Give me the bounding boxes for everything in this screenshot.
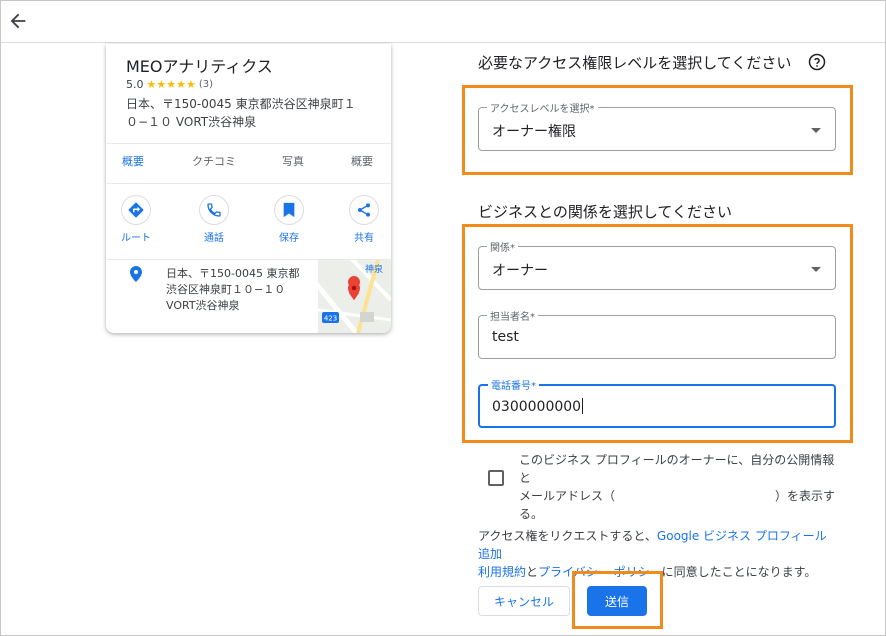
relationship-label: 関係* (487, 239, 518, 254)
phone-number-input[interactable]: 0300000000 (492, 398, 584, 415)
back-arrow-icon[interactable] (7, 10, 29, 32)
save-button[interactable]: 保存 (267, 195, 311, 244)
phone-number-label: 電話番号* (488, 377, 539, 392)
rating-value: 5.0 (126, 78, 144, 91)
save-label: 保存 (279, 233, 299, 244)
checkbox-text-line: メールアドレス（ ）を表示す (519, 487, 839, 505)
tab-reviews[interactable]: クチコミ (192, 153, 236, 169)
share-button[interactable]: 共有 (342, 195, 386, 244)
checkbox-text-part: メールアドレス（ (519, 489, 616, 503)
route-label: 423 (324, 315, 337, 323)
share-icon (358, 203, 370, 217)
map-image: 423 神泉 (318, 260, 391, 333)
tab-about[interactable]: 概要 (351, 153, 373, 169)
access-level-select[interactable]: アクセスレベルを選択* オーナー権限 (478, 100, 836, 151)
review-count[interactable]: (3) (199, 79, 213, 90)
relationship-title: ビジネスとの関係を選択してください (478, 203, 732, 221)
relationship-select[interactable]: 関係* オーナー (478, 239, 836, 290)
share-label: 共有 (354, 233, 374, 244)
submit-button[interactable]: 送信 (587, 586, 647, 616)
cancel-button[interactable]: キャンセル (478, 586, 570, 616)
address-line: 日本、〒150-0045 東京都 (166, 267, 300, 280)
divider (106, 143, 391, 144)
contact-name-field[interactable]: 担当者名* test (478, 308, 836, 359)
relationship-value: オーナー (492, 263, 548, 279)
phone-number-value: 0300000000 (492, 399, 582, 415)
tab-overview[interactable]: 概要 (122, 153, 144, 169)
business-name: MEOアナリティクス (126, 57, 273, 76)
detail-address: 日本、〒150-0045 東京都 渋谷区神泉町１０−１０ VORT渋谷神泉 (166, 266, 316, 314)
dropdown-caret-icon (811, 267, 821, 272)
dropdown-caret-icon (811, 128, 821, 133)
help-icon[interactable] (808, 53, 826, 71)
tab-photos[interactable]: 写真 (282, 153, 304, 169)
address-line: 日本、〒150-0045 東京都渋谷区神泉町１ (126, 97, 356, 111)
business-profile-card: MEOアナリティクス 5.0 ★★★★★ (3) 日本、〒150-0045 東京… (106, 44, 391, 333)
address-line: ０−１０ VORT渋谷神泉 (126, 115, 257, 129)
rating-row: 5.0 ★★★★★ (3) (126, 78, 213, 91)
directions-icon (128, 202, 144, 218)
address-line: VORT渋谷神泉 (166, 299, 240, 312)
share-contact-text: このビジネス プロフィールのオーナーに、自分の公開情報と メールアドレス（ ）を表… (519, 451, 839, 523)
access-level-value: オーナー権限 (492, 124, 576, 140)
card-tabs: 概要 クチコミ 写真 概要 (106, 153, 391, 175)
contact-name-value: test (492, 329, 519, 345)
call-button[interactable]: 通話 (192, 195, 236, 244)
directions-button[interactable]: ルート (114, 195, 158, 244)
terms-link[interactable]: 利用規約 (478, 565, 526, 579)
address-line: 渋谷区神泉町１０−１０ (166, 283, 286, 296)
phone-icon (207, 203, 221, 217)
call-label: 通話 (204, 233, 224, 244)
map-thumbnail[interactable]: 423 神泉 (318, 260, 391, 333)
business-address: 日本、〒150-0045 東京都渋谷区神泉町１ ０−１０ VORT渋谷神泉 (126, 95, 384, 131)
star-rating-icon: ★★★★★ (146, 78, 196, 91)
access-level-label: アクセスレベルを選択* (487, 100, 598, 115)
terms-text: に同意したことになります。 (661, 565, 817, 579)
bookmark-icon (283, 202, 295, 218)
terms-text: アクセス権をリクエストすると、 (478, 529, 657, 543)
contact-name-label: 担当者名* (487, 308, 538, 323)
terms-text: と (526, 565, 539, 579)
checkbox-text-line: る。 (519, 507, 544, 521)
access-level-title: 必要なアクセス権限レベルを選択してください (478, 54, 792, 72)
directions-label: ルート (121, 233, 151, 244)
station-label: 神泉 (365, 263, 383, 275)
checkbox-text-part: ）を表示す (775, 489, 836, 503)
top-bar (1, 1, 885, 43)
divider (106, 183, 391, 184)
text-cursor (582, 398, 584, 414)
location-pin-icon (130, 266, 142, 282)
checkbox-text-line: このビジネス プロフィールのオーナーに、自分の公開情報と (519, 453, 835, 485)
phone-number-field[interactable]: 電話番号* 0300000000 (478, 377, 836, 428)
share-contact-checkbox[interactable] (488, 470, 504, 486)
